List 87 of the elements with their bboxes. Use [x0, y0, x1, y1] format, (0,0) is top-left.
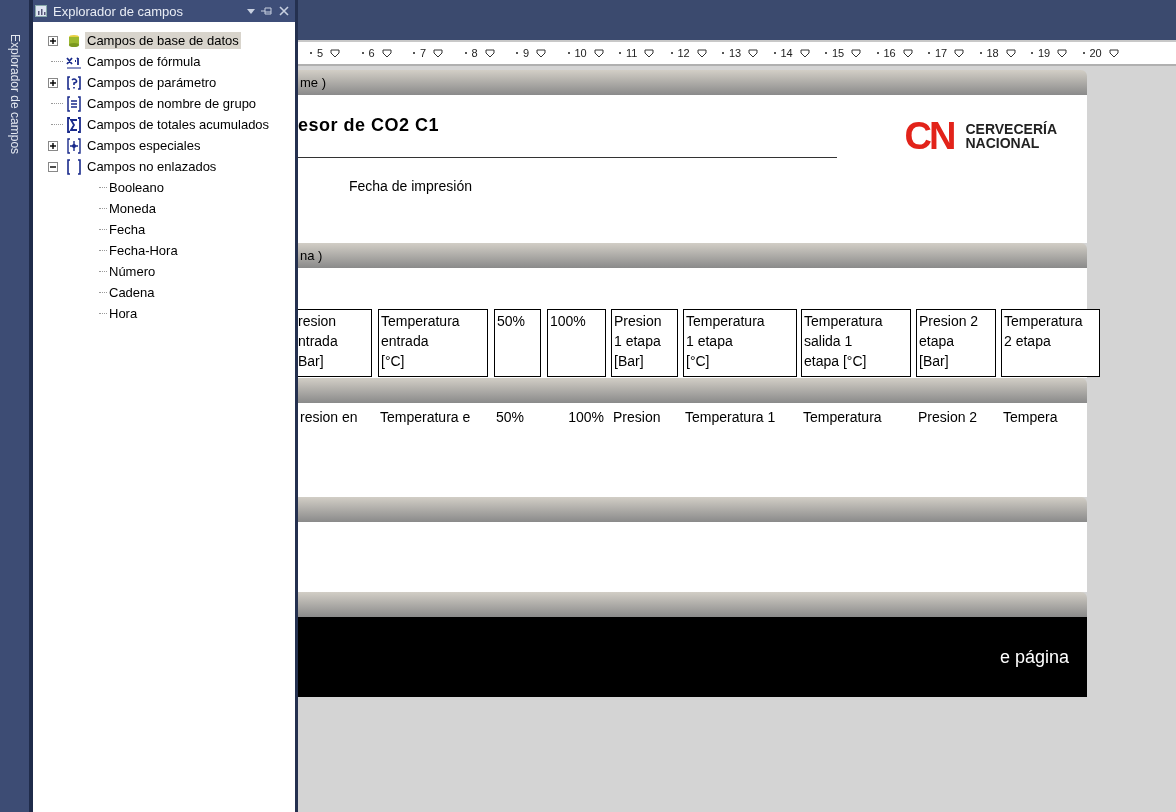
tab-stop-icon[interactable] — [536, 48, 547, 58]
print-date-field[interactable]: Fecha de impresión — [349, 178, 472, 194]
tree-item[interactable]: Fecha — [107, 221, 148, 238]
ruler-number: 14 — [780, 47, 793, 59]
ruler-number: 15 — [832, 47, 845, 59]
column-header[interactable]: Temperatura salida 1 etapa [°C] — [801, 309, 911, 377]
ruler-number: 16 — [883, 47, 896, 59]
tree-item[interactable]: Cadena — [107, 284, 157, 301]
detail-field[interactable]: Presion 2 — [916, 409, 996, 425]
tree-item[interactable]: Campos de nombre de grupo — [85, 95, 259, 112]
tab-stop-icon[interactable] — [1005, 48, 1016, 58]
ruler-number: 17 — [935, 47, 948, 59]
dropdown-icon[interactable] — [247, 8, 255, 14]
footer-text[interactable]: e página — [999, 646, 1069, 668]
tree-item[interactable]: Campos especiales — [85, 137, 203, 154]
ruler-number: 10 — [574, 47, 587, 59]
tab-stop-icon[interactable] — [954, 48, 965, 58]
detail-field[interactable]: Temperatura 1 — [683, 409, 797, 425]
tree-item[interactable]: Campos de parámetro — [85, 74, 219, 91]
tree-item[interactable]: Booleano — [107, 179, 166, 196]
detail-field[interactable]: Temperatura — [801, 409, 911, 425]
detail-field[interactable]: Temperatura e — [378, 409, 488, 425]
tab-stop-icon[interactable] — [1057, 48, 1068, 58]
ruler-number: 12 — [677, 47, 690, 59]
tree-item[interactable]: Número — [107, 263, 158, 280]
tree-item[interactable]: Fecha-Hora — [107, 242, 180, 259]
detail-field[interactable]: 50% — [494, 409, 541, 425]
detail-field[interactable]: resion en — [298, 409, 372, 425]
tab-stop-icon[interactable] — [851, 48, 862, 58]
tab-stop-icon[interactable] — [799, 48, 810, 58]
ruler-number: 11 — [626, 47, 638, 59]
tree-item[interactable]: Moneda — [107, 200, 158, 217]
column-header[interactable]: Presion 1 etapa [Bar] — [611, 309, 678, 377]
ruler-number: 18 — [986, 47, 999, 59]
tree-item[interactable]: Campos no enlazados — [85, 158, 219, 175]
column-header[interactable]: Temperatura 1 etapa [°C] — [683, 309, 797, 377]
ruler-number: 9 — [523, 47, 530, 59]
expand-icon[interactable] — [48, 140, 58, 151]
pin-icon[interactable] — [261, 7, 273, 15]
panel-icon — [35, 5, 47, 17]
database-icon — [66, 32, 82, 49]
column-header[interactable]: Temperatura entrada [°C] — [378, 309, 488, 377]
ruler-number: 6 — [368, 47, 375, 59]
section-label: na ) — [299, 248, 323, 263]
ruler-number: 5 — [317, 47, 324, 59]
column-header[interactable]: Presion 2 etapa [Bar] — [916, 309, 996, 377]
section-band[interactable]: me ) — [298, 70, 1087, 95]
tab-stop-icon[interactable] — [696, 48, 707, 58]
sum-icon — [66, 116, 82, 133]
ruler-number: 20 — [1089, 47, 1102, 59]
group-icon — [66, 95, 82, 112]
column-header[interactable]: 50% — [494, 309, 541, 377]
ruler-number: 8 — [471, 47, 478, 59]
tab-stop-icon[interactable] — [381, 48, 392, 58]
section-band[interactable]: na ) — [298, 243, 1087, 268]
detail-field[interactable]: 100% — [547, 409, 606, 425]
side-tab[interactable]: Explorador de campos — [0, 0, 33, 812]
expand-icon[interactable] — [48, 77, 58, 88]
tree-item[interactable]: Campos de base de datos — [85, 32, 241, 49]
detail-field[interactable]: Tempera — [1001, 409, 1100, 425]
report-title[interactable]: esor de CO2 C1 — [298, 109, 440, 136]
tree-item[interactable]: Campos de fórmula — [85, 53, 203, 70]
column-header[interactable]: resion ntrada Bar] — [298, 309, 372, 377]
tree-item[interactable]: Campos de totales acumulados — [85, 116, 272, 133]
column-header[interactable]: Temperatura 2 etapa — [1001, 309, 1100, 377]
tab-stop-icon[interactable] — [902, 48, 913, 58]
column-header[interactable]: 100% — [547, 309, 606, 377]
tab-stop-icon[interactable] — [593, 48, 604, 58]
ruler-number: 13 — [729, 47, 742, 59]
expand-icon[interactable] — [48, 35, 58, 46]
tab-stop-icon[interactable] — [330, 48, 341, 58]
unbound-icon — [66, 158, 82, 175]
collapse-icon[interactable] — [48, 161, 58, 172]
panel-title: Explorador de campos — [53, 3, 185, 19]
tab-stop-icon[interactable] — [748, 48, 759, 58]
ruler-number: 7 — [420, 47, 427, 59]
close-icon[interactable] — [279, 6, 289, 16]
section-label: me ) — [299, 75, 326, 90]
tab-stop-icon[interactable] — [644, 48, 655, 58]
tab-stop-icon[interactable] — [1108, 48, 1119, 58]
parameter-icon — [66, 74, 82, 91]
ruler-number: 19 — [1038, 47, 1051, 59]
tab-stop-icon[interactable] — [484, 48, 495, 58]
tree-item[interactable]: Hora — [107, 305, 140, 322]
tab-stop-icon[interactable] — [433, 48, 444, 58]
special-icon — [66, 137, 82, 154]
detail-field[interactable]: Presion — [611, 409, 678, 425]
